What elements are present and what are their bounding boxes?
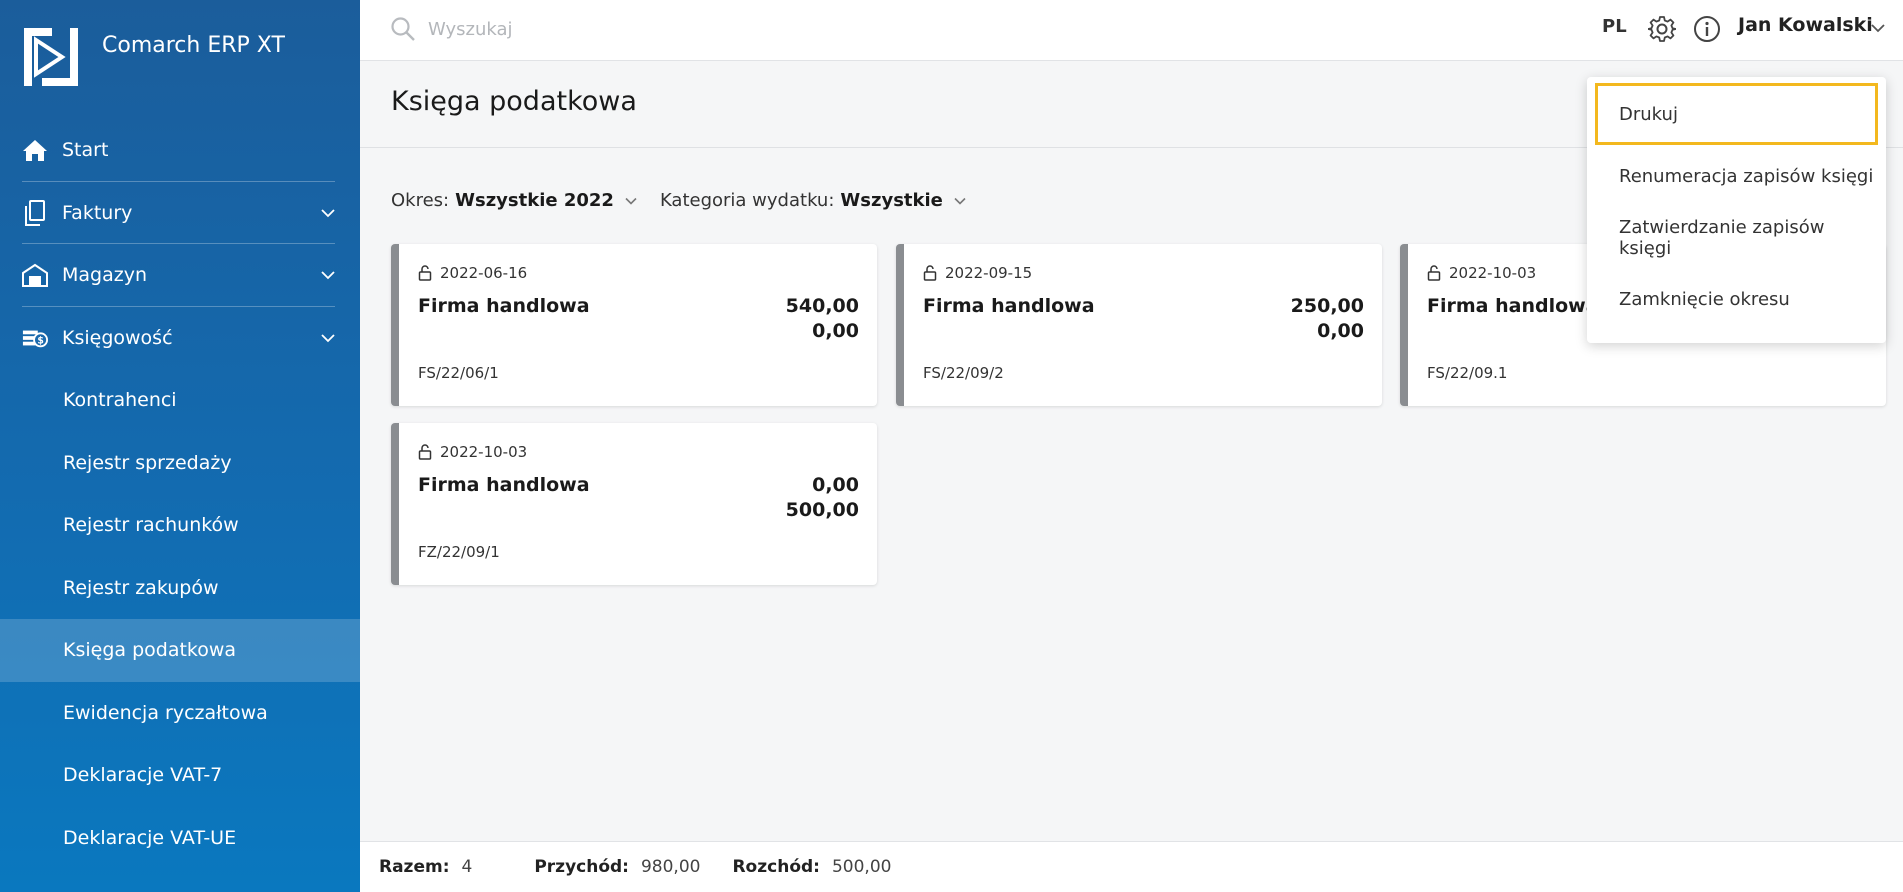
sidebar-subitem-ksiega-podatkowa[interactable]: Księga podatkowa xyxy=(0,619,360,682)
sidebar-subitem-kontrahenci[interactable]: Kontrahenci xyxy=(0,369,360,432)
sidebar-item-label: Deklaracje VAT-UE xyxy=(63,826,237,849)
chevron-down-icon xyxy=(321,271,335,280)
sidebar-item-start[interactable]: Start xyxy=(0,119,360,182)
sidebar-item-label: Magazyn xyxy=(62,264,147,287)
sidebar-subitem-ewidencja-ryczaltowa[interactable]: Ewidencja ryczałtowa xyxy=(0,682,360,745)
sidebar-subitem-deklaracje-vatue[interactable]: Deklaracje VAT-UE xyxy=(0,807,360,870)
sidebar-item-faktury[interactable]: Faktury xyxy=(0,182,360,245)
summary-footer: Razem: 4 Przychód: 980,00 Rozchód: 500,0… xyxy=(360,841,1903,892)
entry-date: 2022-10-03 xyxy=(440,443,528,461)
sidebar-item-label: Start xyxy=(62,139,109,162)
chevron-down-icon xyxy=(321,334,335,343)
sidebar-item-label: Rejestr zakupów xyxy=(63,576,219,599)
main-nav: Start Faktury Magazyn $ Księgowość Kontr… xyxy=(0,119,360,869)
expense-category-filter[interactable]: Kategoria wydatku: Wszystkie xyxy=(660,190,967,211)
entry-expense: 0,00 xyxy=(1317,320,1364,342)
warehouse-icon xyxy=(22,262,48,288)
menu-item-approve-entries[interactable]: Zatwierdzanie zapisów księgi xyxy=(1595,207,1878,269)
sidebar-subitem-deklaracje-vat7[interactable]: Deklaracje VAT-7 xyxy=(0,744,360,807)
ledger-entry-card[interactable]: 2022-10-03 Firma handlowa 0,00 500,00 FZ… xyxy=(391,423,877,585)
sidebar: Comarch ERP XT Start Faktury Magazyn $ K… xyxy=(0,0,360,892)
entry-date: 2022-06-16 xyxy=(440,264,528,282)
top-bar: PL Jan Kowalski xyxy=(360,0,1903,61)
chevron-down-icon xyxy=(625,197,637,205)
summary-total-label: Razem: xyxy=(379,857,450,877)
accounting-icon: $ xyxy=(22,325,48,351)
home-icon xyxy=(22,137,48,163)
entry-income: 540,00 xyxy=(785,295,859,317)
sidebar-item-label: Ewidencja ryczałtowa xyxy=(63,701,268,724)
entry-income: 0,00 xyxy=(812,474,859,496)
unlock-icon xyxy=(418,265,432,281)
summary-income-value: 980,00 xyxy=(640,857,701,877)
entry-document-number: FZ/22/09/1 xyxy=(418,543,500,561)
page-title: Księga podatkowa xyxy=(391,86,637,117)
period-filter-value: Wszystkie 2022 xyxy=(455,190,614,211)
summary-income-label: Przychód: xyxy=(534,857,629,877)
documents-icon xyxy=(22,199,48,226)
entry-document-number: FS/22/09/2 xyxy=(923,364,1004,382)
sidebar-item-label: Faktury xyxy=(62,201,133,224)
sidebar-subitem-rejestr-zakupow[interactable]: Rejestr zakupów xyxy=(0,557,360,620)
entry-contractor: Firma handlowa xyxy=(923,295,1095,317)
entry-document-number: FS/22/06/1 xyxy=(418,364,499,382)
chevron-down-icon xyxy=(321,209,335,218)
search-icon[interactable] xyxy=(390,16,416,42)
entry-expense: 0,00 xyxy=(812,320,859,342)
user-menu[interactable]: Jan Kowalski xyxy=(1738,14,1873,36)
ledger-entry-card[interactable]: 2022-09-15 Firma handlowa 250,00 0,00 FS… xyxy=(896,244,1382,406)
menu-item-close-period[interactable]: Zamknięcie okresu xyxy=(1595,268,1878,330)
sidebar-item-magazyn[interactable]: Magazyn xyxy=(0,244,360,307)
summary-expense: Rozchód: 500,00 xyxy=(732,857,891,877)
comarch-logo-icon xyxy=(24,28,78,86)
unlock-icon xyxy=(418,444,432,460)
entry-income: 250,00 xyxy=(1290,295,1364,317)
chevron-down-icon[interactable] xyxy=(1870,20,1886,36)
entry-contractor: Firma handlowa xyxy=(1427,295,1599,317)
unlock-icon xyxy=(1427,265,1441,281)
period-filter[interactable]: Okres: Wszystkie 2022 xyxy=(391,190,638,211)
sidebar-item-label: Rejestr rachunków xyxy=(63,514,239,537)
period-filter-label: Okres: xyxy=(391,190,450,211)
sidebar-item-label: Kontrahenci xyxy=(63,389,177,412)
sidebar-item-ksiegowosc[interactable]: $ Księgowość xyxy=(0,307,360,370)
chevron-down-icon xyxy=(954,197,966,205)
menu-item-renumber-entries[interactable]: Renumeracja zapisów księgi xyxy=(1595,145,1878,207)
summary-income: Przychód: 980,00 xyxy=(534,857,700,877)
menu-item-print[interactable]: Drukuj xyxy=(1595,83,1878,145)
category-filter-value: Wszystkie xyxy=(840,190,943,211)
sidebar-item-label: Rejestr sprzedaży xyxy=(63,451,232,474)
entry-document-number: FS/22/09.1 xyxy=(1427,364,1508,382)
ledger-entry-card[interactable]: 2022-06-16 Firma handlowa 540,00 0,00 FS… xyxy=(391,244,877,406)
sidebar-item-label: Deklaracje VAT-7 xyxy=(63,764,223,787)
summary-expense-label: Rozchód: xyxy=(732,857,820,877)
summary-total: Razem: 4 xyxy=(379,857,472,877)
language-switcher[interactable]: PL xyxy=(1602,16,1627,37)
search-input[interactable] xyxy=(428,14,788,44)
unlock-icon xyxy=(923,265,937,281)
sidebar-item-label: Księga podatkowa xyxy=(63,639,237,662)
entry-contractor: Firma handlowa xyxy=(418,474,590,496)
entry-date: 2022-10-03 xyxy=(1449,264,1537,282)
summary-total-value: 4 xyxy=(461,857,473,877)
app-logo[interactable]: Comarch ERP XT xyxy=(22,26,285,88)
sidebar-subitem-rejestr-sprzedazy[interactable]: Rejestr sprzedaży xyxy=(0,432,360,495)
info-icon[interactable] xyxy=(1693,15,1721,43)
category-filter-label: Kategoria wydatku: xyxy=(659,190,835,211)
entry-date: 2022-09-15 xyxy=(945,264,1033,282)
summary-expense-value: 500,00 xyxy=(831,857,892,877)
svg-text:$: $ xyxy=(37,335,43,346)
entry-contractor: Firma handlowa xyxy=(418,295,590,317)
filters-bar: Okres: Wszystkie 2022 Kategoria wydatku:… xyxy=(391,190,989,211)
entry-expense: 500,00 xyxy=(785,499,859,521)
actions-dropdown-menu: Drukuj Renumeracja zapisów księgi Zatwie… xyxy=(1587,77,1886,343)
sidebar-subitem-rejestr-rachunkow[interactable]: Rejestr rachunków xyxy=(0,494,360,557)
sidebar-item-label: Księgowość xyxy=(62,326,173,349)
app-name: Comarch ERP XT xyxy=(102,33,285,58)
gear-icon[interactable] xyxy=(1648,15,1676,43)
